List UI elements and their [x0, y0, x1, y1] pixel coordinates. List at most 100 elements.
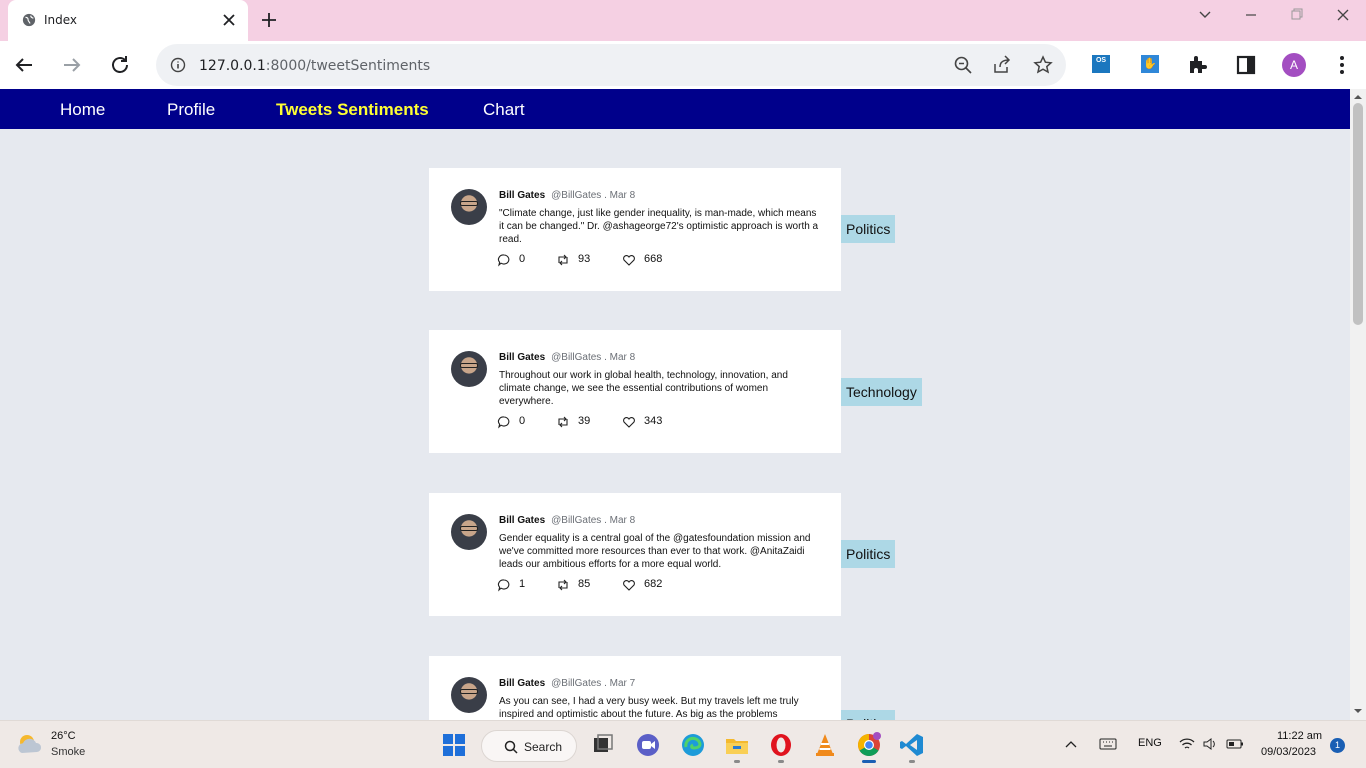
- back-icon[interactable]: [12, 53, 36, 77]
- opera-browser-icon[interactable]: [768, 732, 794, 758]
- scroll-up-icon[interactable]: [1354, 93, 1362, 101]
- heart-icon: [623, 255, 635, 266]
- clock-date[interactable]: 09/03/2023: [1261, 746, 1316, 758]
- tweet-card: Bill Gates @BillGates . Mar 7 As you can …: [429, 656, 841, 720]
- globe-icon: [22, 13, 36, 27]
- search-icon: [504, 740, 518, 754]
- windows-taskbar: 26°C Smoke Search ENG 11:22 am 09/03/202…: [0, 720, 1366, 768]
- file-explorer-icon[interactable]: [724, 732, 750, 758]
- profile-avatar[interactable]: A: [1282, 53, 1306, 77]
- weather-temperature: 26°C: [51, 730, 76, 742]
- running-indicator: [778, 760, 784, 763]
- restore-icon[interactable]: [1287, 6, 1307, 24]
- like-count: 343: [644, 415, 663, 427]
- tweet-avatar: [451, 189, 487, 225]
- share-icon[interactable]: [992, 55, 1012, 75]
- show-hidden-icons-chevron-icon[interactable]: [1064, 738, 1078, 752]
- tweet-text: Gender equality is a central goal of the…: [499, 533, 811, 570]
- retweet-count: 39: [578, 415, 591, 427]
- retweet-count: 85: [578, 578, 591, 590]
- tweet-handle-date: @BillGates . Mar 8: [551, 190, 636, 201]
- minimize-icon[interactable]: [1241, 6, 1261, 24]
- tweet-handle-date: @BillGates . Mar 7: [551, 678, 636, 689]
- weather-description: Smoke: [51, 746, 86, 758]
- tweet-text: "Climate change, just like gender inequa…: [499, 208, 819, 245]
- bookmark-star-icon[interactable]: [1033, 55, 1053, 75]
- running-indicator: [909, 760, 915, 763]
- retweet-icon: [558, 416, 568, 428]
- tweet-avatar: [451, 351, 487, 387]
- tweet-avatar: [451, 677, 487, 713]
- like-count: 668: [644, 253, 663, 265]
- category-badge: Politics: [841, 710, 896, 720]
- tweet-card: Bill Gates @BillGates . Mar 8 Gender equa…: [429, 493, 841, 616]
- category-badge: Politics: [841, 215, 896, 243]
- tweet-card: Bill Gates @BillGates . Mar 8 Throughout …: [429, 330, 841, 453]
- battery-icon[interactable]: [1226, 738, 1244, 750]
- running-indicator: [734, 760, 740, 763]
- volume-icon[interactable]: [1202, 737, 1218, 751]
- tweet-author-name: Bill Gates: [499, 352, 546, 363]
- teams-chat-icon[interactable]: [635, 732, 661, 758]
- reply-icon: [497, 254, 510, 267]
- input-language[interactable]: ENG: [1138, 737, 1162, 749]
- reply-count: 0: [519, 253, 526, 265]
- vscode-icon[interactable]: [899, 732, 925, 758]
- notification-badge[interactable]: 1: [1330, 738, 1345, 753]
- site-info-icon[interactable]: [170, 57, 186, 73]
- clock-time[interactable]: 11:22 am: [1277, 730, 1322, 742]
- nav-profile-link[interactable]: Profile: [167, 100, 215, 120]
- heart-icon: [623, 417, 635, 428]
- tweet-author-name: Bill Gates: [499, 190, 546, 201]
- more-menu-icon[interactable]: [1330, 53, 1354, 77]
- browser-tab[interactable]: Index: [8, 0, 248, 41]
- reply-icon: [497, 579, 510, 592]
- nav-home-link[interactable]: Home: [60, 100, 105, 120]
- scroll-down-icon[interactable]: [1354, 707, 1362, 715]
- tweet-header: Bill Gates @BillGates . Mar 8: [499, 190, 635, 201]
- tweet-handle-date: @BillGates . Mar 8: [551, 515, 636, 526]
- keyboard-icon[interactable]: [1099, 737, 1117, 751]
- side-panel-icon[interactable]: [1234, 53, 1258, 77]
- os-extension-icon[interactable]: OS: [1092, 55, 1110, 73]
- taskbar-search[interactable]: Search: [481, 730, 577, 762]
- weather-cloud-sun-icon[interactable]: [16, 731, 44, 757]
- browser-tab-strip: Index: [0, 0, 1366, 41]
- windows-start-icon[interactable]: [441, 732, 467, 758]
- nav-chart-link[interactable]: Chart: [483, 100, 525, 120]
- nav-tweets-sentiments-link[interactable]: Tweets Sentiments: [276, 100, 429, 120]
- retweet-icon: [558, 254, 568, 266]
- reply-icon: [497, 416, 510, 429]
- tweet-avatar: [451, 514, 487, 550]
- extensions-puzzle-icon[interactable]: [1186, 53, 1210, 77]
- new-tab-icon[interactable]: [259, 10, 279, 30]
- tab-title: Index: [44, 13, 78, 27]
- search-label: Search: [524, 740, 563, 754]
- edge-browser-icon[interactable]: [680, 732, 706, 758]
- extension-icon[interactable]: ✋: [1141, 55, 1159, 73]
- window-close-icon[interactable]: [1333, 6, 1353, 24]
- forward-icon[interactable]: [60, 53, 84, 77]
- task-view-icon[interactable]: [590, 732, 616, 758]
- vlc-player-icon[interactable]: [812, 732, 838, 758]
- tab-search-chevron-icon[interactable]: [1195, 6, 1215, 24]
- browser-toolbar: 127.0.0.1:8000/tweetSentiments OS ✋ A: [0, 41, 1366, 89]
- retweet-count: 93: [578, 253, 591, 265]
- heart-icon: [623, 580, 635, 591]
- chrome-browser-icon[interactable]: [856, 732, 882, 758]
- active-indicator: [862, 760, 876, 763]
- address-bar[interactable]: 127.0.0.1:8000/tweetSentiments: [156, 44, 1066, 86]
- reload-icon[interactable]: [108, 53, 132, 77]
- zoom-out-icon[interactable]: [953, 55, 973, 75]
- url-text[interactable]: 127.0.0.1:8000/tweetSentiments: [199, 58, 430, 74]
- close-tab-icon[interactable]: [220, 11, 238, 29]
- tweet-header: Bill Gates @BillGates . Mar 7: [499, 678, 635, 689]
- reply-count: 1: [519, 578, 526, 590]
- wifi-icon[interactable]: [1179, 737, 1195, 751]
- page-viewport: Home Profile Tweets Sentiments Chart Bil…: [0, 89, 1350, 720]
- category-badge: Technology: [841, 378, 922, 406]
- tweet-author-name: Bill Gates: [499, 515, 546, 526]
- scroll-thumb[interactable]: [1353, 103, 1363, 325]
- tweet-header: Bill Gates @BillGates . Mar 8: [499, 515, 635, 526]
- page-scrollbar[interactable]: [1350, 89, 1366, 720]
